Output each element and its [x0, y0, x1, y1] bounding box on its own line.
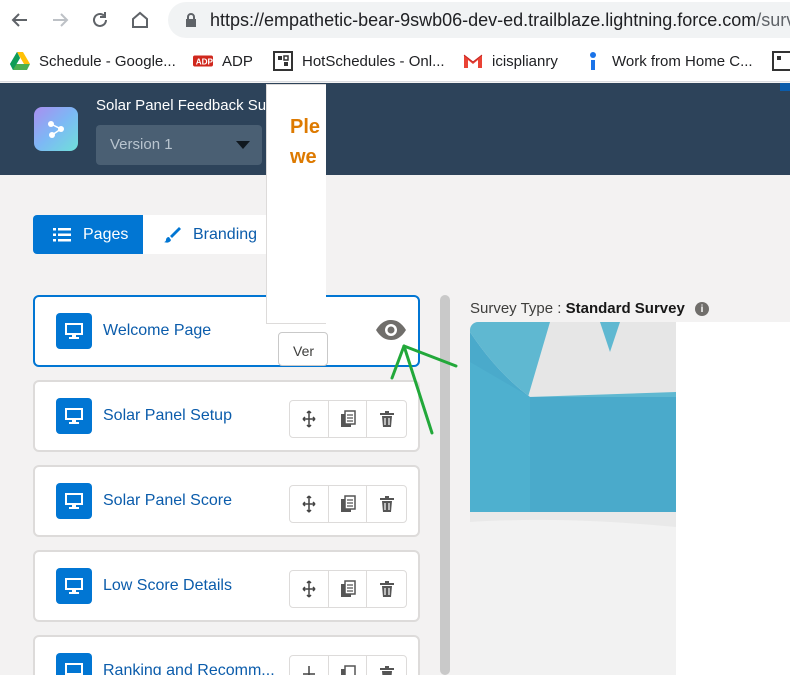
survey-type-line: Survey Type : Standard Survey i [470, 300, 709, 317]
desktop-icon [56, 483, 92, 519]
bookmark-adp[interactable]: ADP ADP [193, 50, 253, 72]
page-label: Low Score Details [103, 577, 232, 594]
reload-icon [93, 12, 107, 27]
back-arrow-icon [11, 13, 27, 27]
adp-icon: ADP [193, 51, 213, 71]
google-drive-icon [10, 51, 30, 71]
page-card-solar-panel-score[interactable]: Solar Panel Score [33, 465, 420, 537]
preview-background-image [470, 322, 676, 675]
page-actions [289, 400, 407, 438]
forward-button[interactable] [46, 6, 74, 34]
chevron-down-icon [236, 141, 250, 149]
tab-branding[interactable]: Branding [143, 215, 276, 254]
delete-button[interactable] [367, 656, 406, 675]
survey-title: Solar Panel Feedback Survey [96, 97, 295, 114]
delete-button[interactable] [367, 571, 406, 607]
page-card-welcome[interactable]: Welcome Page [33, 295, 420, 367]
page-label: Solar Panel Setup [103, 407, 232, 424]
branch-icon [302, 666, 315, 675]
svg-text:ADP: ADP [196, 58, 213, 67]
survey-preview [470, 322, 790, 675]
copy-button[interactable] [329, 656, 368, 675]
hotschedules-icon [772, 51, 790, 71]
reload-button[interactable] [86, 6, 114, 34]
copy-icon [340, 495, 356, 512]
version-value: Version 1 [110, 136, 173, 153]
desktop-icon [56, 313, 92, 349]
survey-type-value: Standard Survey [565, 300, 685, 317]
copy-button[interactable] [329, 401, 368, 437]
branch-button[interactable] [290, 401, 329, 437]
page-actions [289, 570, 407, 608]
page-actions [289, 655, 407, 675]
trash-icon [379, 411, 394, 427]
trash-icon [379, 581, 394, 597]
copy-icon [340, 580, 356, 597]
branch-icon [302, 495, 316, 513]
builder-tabs: Pages Branding [33, 215, 276, 254]
bookmark-hotschedules[interactable]: HotSchedules - Onl... [273, 50, 445, 72]
copy-icon [340, 665, 356, 675]
bookmark-gmail[interactable]: icisplianry [463, 50, 558, 72]
paintbrush-icon [163, 226, 181, 244]
url-text: https://empathetic-bear-9swb06-dev-ed.tr… [210, 10, 790, 30]
page-card-ranking[interactable]: Ranking and Recomm... [33, 635, 420, 675]
delete-button[interactable] [367, 486, 406, 522]
branch-button[interactable] [290, 571, 329, 607]
browser-toolbar: https://empathetic-bear-9swb06-dev-ed.tr… [0, 0, 790, 40]
preview-content-area [676, 322, 790, 675]
lock-icon [186, 13, 196, 27]
branch-icon [302, 580, 316, 598]
bookmarks-bar: Schedule - Google... ADP ADP HotSchedule… [0, 40, 790, 82]
page-label: Ranking and Recomm... [103, 662, 275, 675]
bookmark-schedule[interactable]: Schedule - Google... [10, 50, 176, 72]
bookmark-work-from-home[interactable]: Work from Home C... [583, 50, 753, 72]
info-icon[interactable]: i [695, 302, 709, 317]
tab-pages[interactable]: Pages [33, 215, 143, 254]
question-text: Ple we [290, 116, 321, 168]
home-icon [132, 11, 148, 28]
address-bar[interactable]: https://empathetic-bear-9swb06-dev-ed.tr… [168, 2, 790, 38]
page-actions [289, 485, 407, 523]
trash-icon [379, 496, 394, 512]
desktop-icon [56, 398, 92, 434]
list-icon [53, 227, 71, 242]
branch-icon [302, 410, 316, 428]
delete-button[interactable] [367, 401, 406, 437]
back-button[interactable] [6, 6, 34, 34]
survey-app-icon [34, 107, 78, 151]
copy-icon [340, 410, 356, 427]
page-label: Welcome Page [103, 322, 212, 339]
bookmark-overflow[interactable] [772, 50, 790, 72]
branch-button[interactable] [290, 656, 329, 675]
hotschedules-icon [273, 51, 293, 71]
desktop-icon [56, 568, 92, 604]
page-list-scrollbar[interactable] [440, 295, 450, 675]
response-button[interactable]: Ver [278, 332, 328, 366]
preview-eye-icon[interactable] [375, 319, 407, 346]
copy-button[interactable] [329, 571, 368, 607]
gmail-icon [463, 51, 483, 71]
forward-arrow-icon [53, 13, 69, 27]
page-card-low-score-details[interactable]: Low Score Details [33, 550, 420, 622]
copy-button[interactable] [329, 486, 368, 522]
branch-button[interactable] [290, 486, 329, 522]
desktop-icon [56, 653, 92, 675]
survey-builder-header: Solar Panel Feedback Survey Version 1 [0, 83, 790, 175]
trash-icon [379, 666, 394, 675]
version-dropdown[interactable]: Version 1 [96, 125, 262, 165]
header-accent [780, 83, 790, 91]
home-button[interactable] [126, 6, 154, 34]
page-card-solar-panel-setup[interactable]: Solar Panel Setup [33, 380, 420, 452]
page-label: Solar Panel Score [103, 492, 232, 509]
info-person-icon [583, 51, 603, 71]
